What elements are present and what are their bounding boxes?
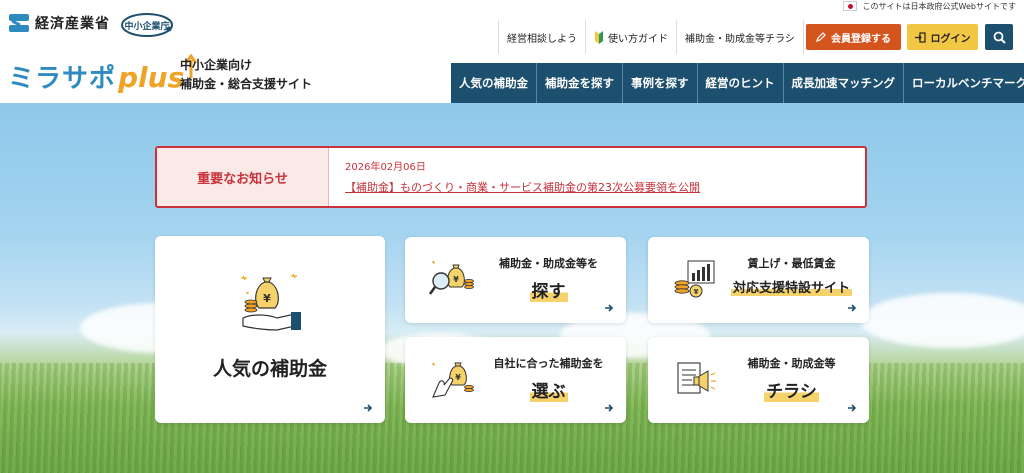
login-label: ログイン — [930, 33, 971, 45]
card-choose-text: 自社に合った補助金を 選ぶ — [483, 355, 614, 402]
coins-chart-icon: ¥ — [674, 260, 715, 298]
pencil-icon — [816, 32, 826, 42]
tagline-line1: 中小企業向け — [180, 58, 253, 72]
tagline-line2: 補助金・総合支援サイト — [180, 77, 313, 91]
top-link-label: 経営相談しよう — [507, 33, 577, 45]
card-flyer-text: 補助金・助成金等 チラシ — [726, 355, 857, 402]
nav-item-hints[interactable]: 経営のヒント — [696, 63, 783, 103]
arrow-right-icon — [848, 304, 857, 312]
register-button[interactable]: 会員登録する — [806, 24, 901, 50]
top-link-label: 補助金・助成金等チラシ — [685, 33, 795, 45]
top-link-guide[interactable]: 使い方ガイド — [585, 20, 676, 54]
site-tagline: 中小企業向け 補助金・総合支援サイト — [180, 56, 312, 94]
card-search-text: 補助金・助成金等を 探す — [483, 255, 614, 302]
card-search-subsidy[interactable]: ¥ 補助金・助成金等を 探す — [405, 237, 626, 323]
svg-text:¥: ¥ — [694, 288, 699, 296]
top-link-consult[interactable]: 経営相談しよう — [498, 20, 585, 54]
meti-mark-icon — [9, 14, 29, 32]
notice-body: 2026年02月06日 【補助金】ものづくり・商業・サービス補助金の第23次公募… — [329, 148, 716, 206]
site-header: このサイトは日本政府公式Webサイトです 経済産業省 中小企業庁 ミラサポ pl… — [0, 0, 1024, 103]
nav-item-matching[interactable]: 成長加速マッチング — [782, 63, 904, 103]
nav-item-cases[interactable]: 事例を探す — [622, 63, 697, 103]
main-nav: 人気の補助金 補助金を探す 事例を探す 経営のヒント 成長加速マッチング ローカ… — [451, 63, 1024, 103]
card-search-line2: 探す — [529, 277, 568, 302]
hand-money-bag-icon: ¥ — [432, 362, 474, 398]
svg-text:¥: ¥ — [455, 373, 461, 382]
login-button[interactable]: ログイン — [907, 24, 978, 50]
top-link-flyer[interactable]: 補助金・助成金等チラシ — [676, 20, 804, 54]
important-notice: 重要なお知らせ 2026年02月06日 【補助金】ものづくり・商業・サービス補助… — [155, 146, 867, 208]
notice-label: 重要なお知らせ — [157, 148, 329, 206]
arrow-right-icon — [605, 304, 614, 312]
card-flyer-line2: チラシ — [764, 377, 819, 402]
notice-link[interactable]: 【補助金】ものづくり・商業・サービス補助金の第23次公募要領を公開 — [345, 179, 700, 195]
meti-logo[interactable]: 経済産業省 — [8, 12, 110, 34]
card-popular-title: 人気の補助金 — [212, 358, 327, 380]
svg-text:¥: ¥ — [263, 292, 271, 305]
card-wage-line1: 賃上げ・最低賃金 — [747, 257, 836, 270]
svg-text:¥: ¥ — [453, 275, 459, 284]
search-icon — [993, 31, 1006, 44]
nav-item-popular[interactable]: 人気の補助金 — [451, 63, 536, 103]
card-flyer[interactable]: 補助金・助成金等 チラシ — [648, 337, 869, 423]
money-bag-magnifier-icon: ¥ — [429, 260, 474, 295]
logo-main-text: ミラサポ — [8, 64, 117, 94]
meti-name: 経済産業省 — [35, 16, 110, 32]
card-choose-line1: 自社に合った補助金を — [493, 357, 604, 370]
card-wage-line2: 対応支援特設サイト — [730, 277, 852, 296]
cloud — [860, 293, 1024, 348]
beginner-mark-icon — [595, 30, 603, 44]
arrow-right-icon — [605, 404, 614, 412]
card-popular-subsidy[interactable]: ¥ 人気の補助金 — [155, 236, 385, 423]
gov-notice: このサイトは日本政府公式Webサイトです — [842, 0, 1016, 12]
money-bag-hand-icon: ¥ — [241, 273, 301, 331]
login-icon — [914, 31, 926, 43]
arrow-right-icon — [848, 404, 857, 412]
japan-flag-icon — [842, 1, 857, 11]
notice-date: 2026年02月06日 — [345, 162, 426, 173]
card-flyer-line1: 補助金・助成金等 — [747, 357, 836, 370]
nav-item-local-benchmark[interactable]: ローカルベンチマーク — [903, 63, 1024, 103]
logo-plus-text: plus — [118, 61, 185, 94]
nav-item-search-subsidy[interactable]: 補助金を探す — [536, 63, 622, 103]
register-label: 会員登録する — [831, 33, 891, 45]
chusho-name: 中小企業庁 — [124, 20, 169, 32]
card-search-line1: 補助金・助成金等を — [499, 257, 598, 270]
gov-notice-text: このサイトは日本政府公式Webサイトです — [862, 1, 1016, 11]
chusho-logo[interactable]: 中小企業庁 — [120, 12, 174, 38]
flyer-megaphone-icon — [677, 362, 716, 394]
search-button[interactable] — [985, 24, 1013, 50]
top-link-label: 使い方ガイド — [608, 33, 668, 45]
card-choose-subsidy[interactable]: ¥ 自社に合った補助金を 選ぶ — [405, 337, 626, 423]
top-links: 経営相談しよう 使い方ガイド 補助金・助成金等チラシ — [498, 20, 804, 54]
card-wage-text: 賃上げ・最低賃金 対応支援特設サイト — [726, 255, 857, 296]
card-wage-support[interactable]: ¥ 賃上げ・最低賃金 対応支援特設サイト — [648, 237, 869, 323]
arrow-right-icon — [364, 404, 373, 412]
card-choose-line2: 選ぶ — [529, 377, 568, 402]
mirasapo-plus-logo[interactable]: ミラサポ plus — [8, 54, 198, 95]
